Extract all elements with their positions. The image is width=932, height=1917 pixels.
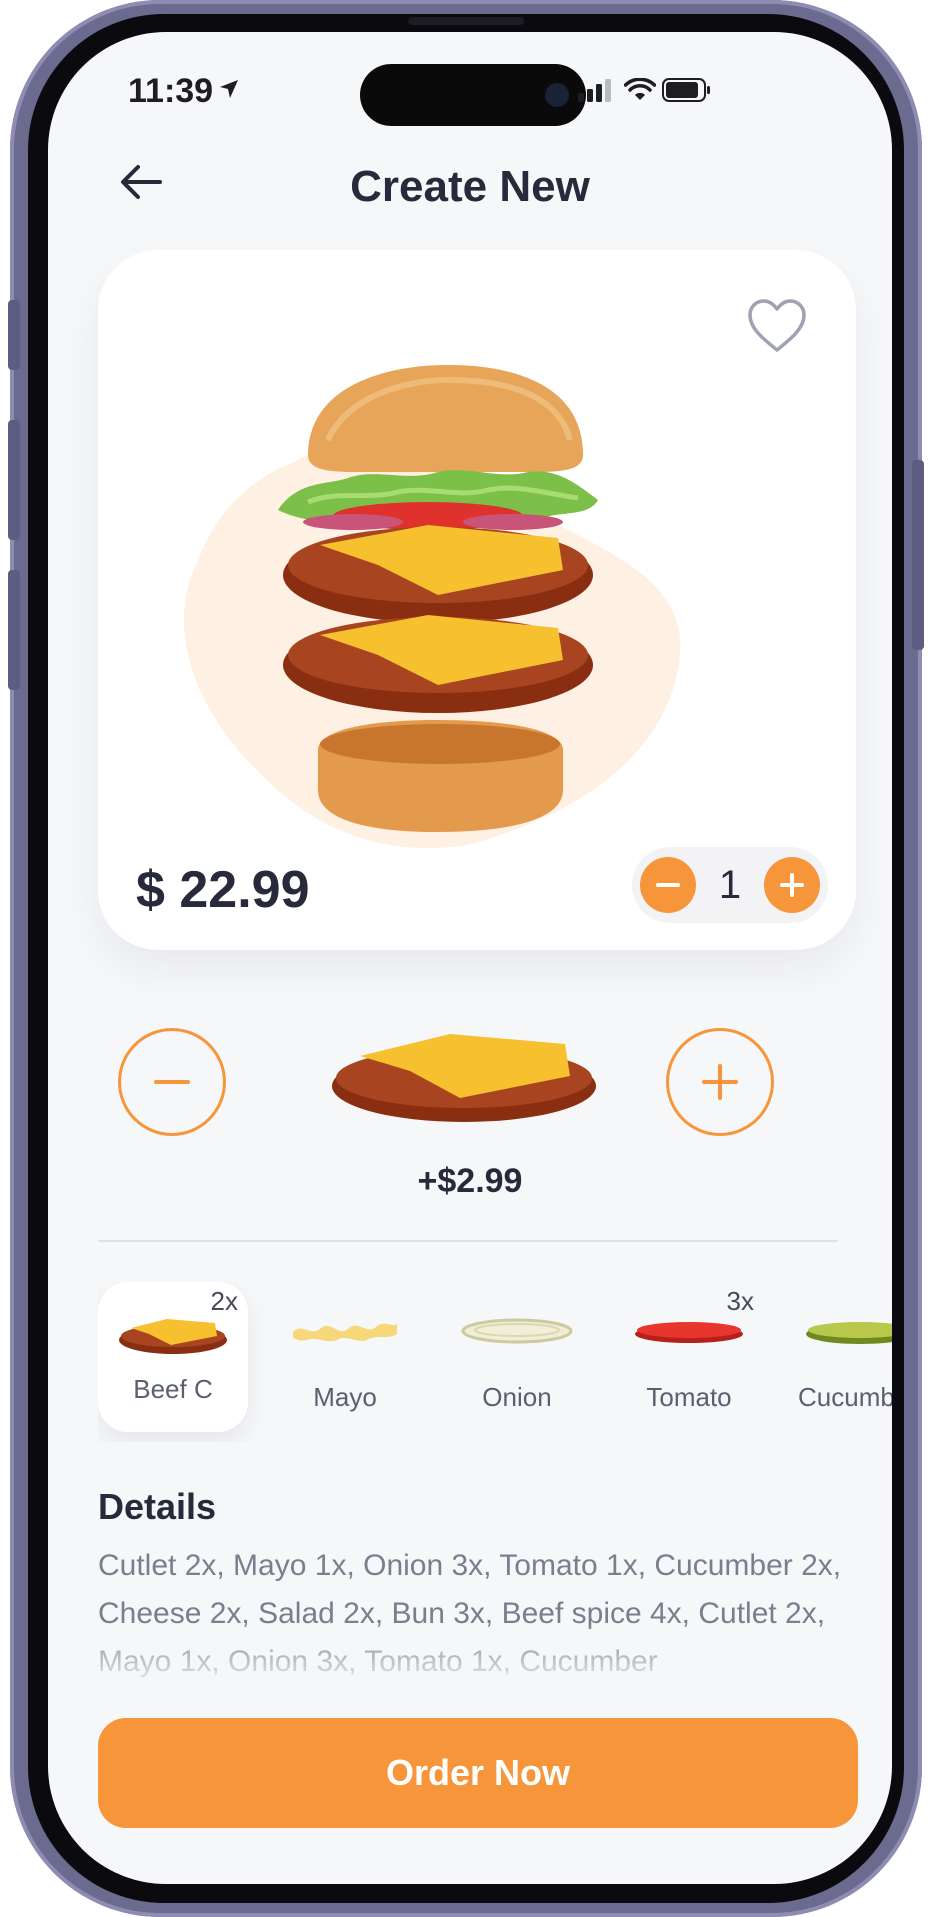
battery-icon (662, 78, 710, 102)
volume-down-button (8, 570, 20, 690)
beef-cutlet-icon (119, 1319, 227, 1354)
minus-icon (656, 883, 680, 887)
product-price: $ 22.99 (136, 861, 310, 919)
wifi-icon (624, 78, 656, 100)
ingredient-item-cucumber[interactable]: Cucumb (786, 1282, 892, 1432)
power-button (912, 460, 924, 650)
tomato-icon (635, 1322, 743, 1343)
product-card: $ 22.99 1 (98, 250, 856, 950)
ingredient-label: Mayo (313, 1382, 377, 1412)
details-fade (98, 1622, 858, 1692)
burger-image (278, 365, 598, 832)
ingredient-label: Cucumb (798, 1382, 892, 1412)
ingredient-add-price: +$2.99 (417, 1162, 523, 1200)
ingredient-count-badge: 3x (726, 1286, 754, 1316)
details-heading: Details (98, 1486, 217, 1527)
location-arrow-icon (220, 80, 238, 98)
increase-quantity-button[interactable] (764, 857, 820, 913)
ingredient-label: Beef C (133, 1374, 213, 1404)
ingredient-label: Tomato (646, 1382, 732, 1412)
ingredient-label: Onion (482, 1382, 552, 1412)
plus-icon (702, 1064, 738, 1100)
details-section: Cutlet 2x, Mayo 1x, Onion 3x, Tomato 1x,… (98, 1542, 858, 1692)
selected-ingredient-image (332, 1034, 596, 1122)
app-screen: 11:39 Create New $ 22.99 1 +$2.99 2x Bee… (48, 32, 892, 1884)
favorite-heart-icon[interactable] (746, 298, 808, 354)
earpiece-speaker (408, 17, 524, 25)
plus-icon (780, 873, 804, 897)
status-time: 11:39 (128, 72, 214, 110)
ingredient-item-tomato[interactable]: 3x Tomato (614, 1282, 764, 1432)
phone-frame: 11:39 Create New $ 22.99 1 +$2.99 2x Bee… (8, 0, 924, 1917)
quantity-stepper: 1 (632, 847, 828, 923)
onion-icon (461, 1318, 573, 1344)
ingredient-list: 2x Beef C Mayo Onion 3x Tomato Cucumb (98, 1282, 892, 1442)
mayo-icon (293, 1323, 397, 1342)
cellular-signal-icon (578, 79, 611, 102)
ingredient-item-beef[interactable]: 2x Beef C (98, 1282, 248, 1432)
ingredient-item-mayo[interactable]: Mayo (270, 1282, 420, 1432)
dynamic-island (360, 64, 586, 126)
minus-icon (154, 1080, 190, 1084)
ingredient-item-onion[interactable]: Onion (442, 1282, 592, 1432)
divider (98, 1240, 838, 1242)
page-title: Create New (350, 162, 590, 211)
ingredient-count-badge: 2x (210, 1286, 238, 1316)
volume-up-button (8, 420, 20, 540)
order-now-button[interactable]: Order Now (98, 1718, 858, 1828)
mute-switch (8, 300, 20, 370)
remove-ingredient-button[interactable] (118, 1028, 226, 1136)
front-camera (545, 83, 569, 107)
quantity-value: 1 (718, 862, 742, 907)
add-ingredient-button[interactable] (666, 1028, 774, 1136)
decrease-quantity-button[interactable] (640, 857, 696, 913)
cucumber-icon (806, 1322, 892, 1344)
